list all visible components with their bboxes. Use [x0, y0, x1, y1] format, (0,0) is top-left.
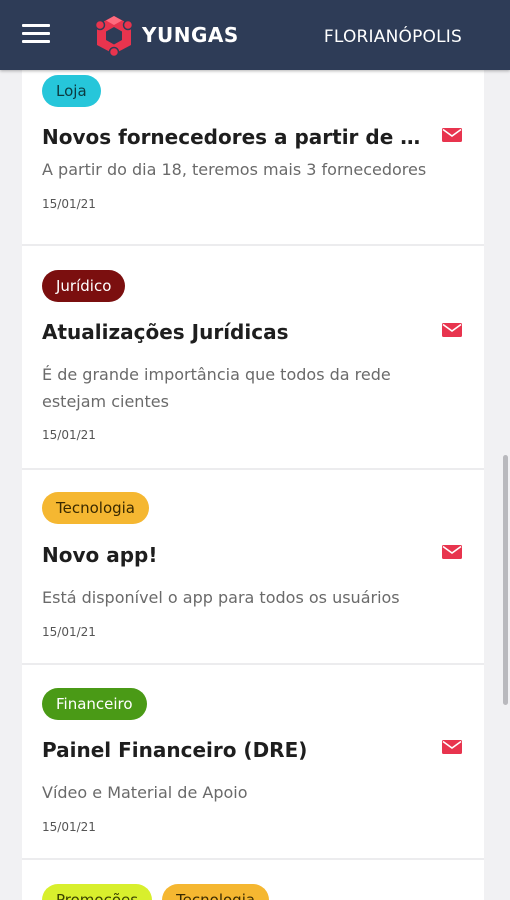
category-tag[interactable]: Financeiro	[42, 688, 147, 720]
card-title: Painel Financeiro (DRE)	[42, 738, 308, 762]
tag-list: Financeiro	[42, 688, 147, 720]
tag-list: Jurídico	[42, 270, 126, 302]
card-title: Novo app!	[42, 543, 158, 567]
card-date: 15/01/21	[42, 197, 96, 211]
brand-logo[interactable]: YUNGAS	[92, 13, 239, 57]
card-description: A partir do dia 18, teremos mais 3 forne…	[42, 160, 427, 179]
mail-icon[interactable]	[442, 323, 462, 337]
card-description: Vídeo e Material de Apoio	[42, 783, 248, 802]
news-card[interactable]: Financeiro Painel Financeiro (DRE) Vídeo…	[22, 665, 484, 860]
card-date: 15/01/21	[42, 428, 96, 442]
card-title: Novos fornecedores a partir de s...	[42, 125, 422, 149]
brand-name: YUNGAS	[142, 23, 239, 47]
news-card[interactable]: Jurídico Atualizações Jurídicas É de gra…	[22, 246, 484, 470]
tag-list: Loja	[42, 75, 101, 107]
card-date: 15/01/21	[42, 820, 96, 834]
category-tag[interactable]: Tecnologia	[162, 884, 270, 900]
news-card[interactable]: Loja Novos fornecedores a partir de s...…	[22, 60, 484, 246]
news-card[interactable]: Promoções Tecnologia	[22, 860, 484, 900]
category-tag[interactable]: Promoções	[42, 884, 153, 900]
category-tag[interactable]: Loja	[42, 75, 101, 107]
news-card[interactable]: Tecnologia Novo app! Está disponível o a…	[22, 470, 484, 665]
category-tag[interactable]: Tecnologia	[42, 492, 149, 524]
mail-icon[interactable]	[442, 545, 462, 559]
tag-list: Promoções Tecnologia	[42, 884, 270, 900]
app-page: YUNGAS FLORIANÓPOLIS Loja Novos forneced…	[0, 0, 510, 900]
card-description: Está disponível o app para todos os usuá…	[42, 588, 400, 607]
mail-icon[interactable]	[442, 740, 462, 754]
top-app-bar: YUNGAS FLORIANÓPOLIS	[0, 0, 510, 70]
card-title: Atualizações Jurídicas	[42, 320, 289, 344]
category-tag[interactable]: Jurídico	[42, 270, 126, 302]
scrollbar-thumb[interactable]	[503, 455, 508, 705]
cube-logo-icon	[94, 16, 134, 57]
city-selector[interactable]: FLORIANÓPOLIS	[324, 27, 462, 47]
mail-icon[interactable]	[442, 128, 462, 142]
card-date: 15/01/21	[42, 625, 96, 639]
hamburger-menu-icon[interactable]	[22, 24, 50, 46]
tag-list: Tecnologia	[42, 492, 149, 524]
card-description: É de grande importância que todos da red…	[42, 365, 391, 411]
